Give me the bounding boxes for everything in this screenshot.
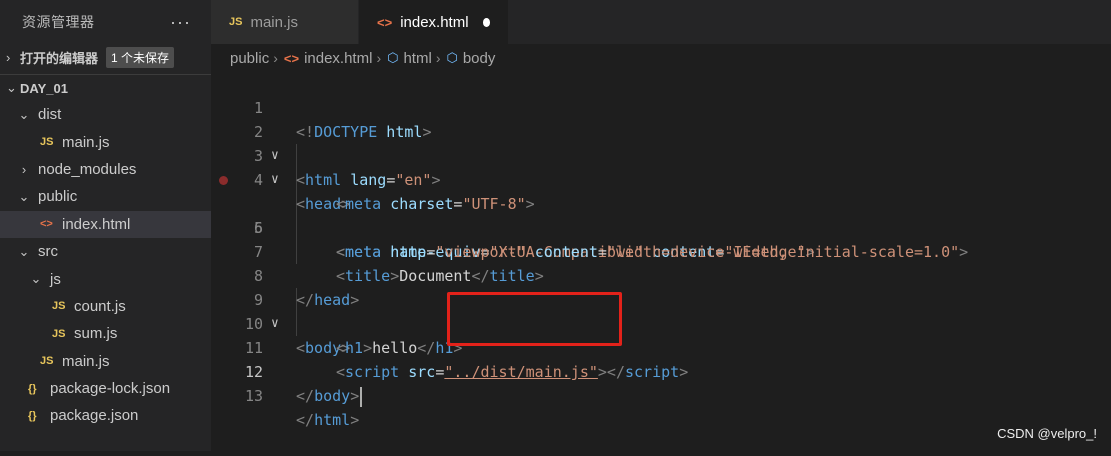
file-tree-item[interactable]: ⌄ src	[0, 238, 211, 265]
file-tree-item[interactable]: › node_modules	[0, 156, 211, 183]
chevron-right-icon: ›	[273, 50, 278, 66]
code-line[interactable]: 1 <!DOCTYPE html>	[211, 72, 1111, 141]
code-line[interactable]: 10 <h1>hello</h1>	[211, 288, 1111, 357]
json-file-icon: {}	[28, 409, 37, 422]
file-tree-label: node_modules	[38, 160, 137, 178]
file-tree-label: src	[38, 243, 58, 261]
explorer-title: 资源管理器	[22, 14, 95, 30]
code-line[interactable]: 6 <meta name="viewport" content="width=d…	[211, 192, 1111, 261]
project-section[interactable]: ⌄ DAY_01	[0, 74, 211, 101]
code-line[interactable]: 9 ∨ <body>	[211, 264, 1111, 357]
chevron-down-icon: ⌄	[6, 80, 17, 95]
breadcrumb-html[interactable]: ⬡ html	[387, 50, 432, 67]
file-tree-label: count.js	[74, 297, 126, 315]
js-file-icon: JS	[40, 355, 54, 368]
file-tree-label: public	[38, 188, 78, 206]
file-tree-label: js	[50, 270, 61, 288]
html-file-icon: <>	[377, 14, 393, 30]
js-file-icon: JS	[40, 136, 54, 149]
code-line[interactable]: 11 <script src="../dist/main.js"></scrip…	[211, 312, 1111, 381]
file-tree-item[interactable]: ⌄ js	[0, 265, 211, 292]
file-tree: ⌄ dist JS main.js › node_modules ⌄ public <> inde…	[0, 101, 211, 430]
breadcrumb-public[interactable]: public	[230, 50, 269, 67]
code-line-current[interactable]: 12 </body>	[211, 336, 1111, 407]
file-tree-label: main.js	[62, 352, 110, 370]
breadcrumb: public › <> index.html › ⬡ html › ⬡ body	[211, 44, 1111, 72]
watermark: CSDN @velpro_!	[997, 426, 1097, 441]
breadcrumb-label: index.html	[304, 49, 373, 67]
unsaved-dot-icon[interactable]	[482, 17, 490, 27]
js-file-icon: JS	[229, 16, 243, 28]
file-tree-label: index.html	[62, 215, 131, 233]
file-tree-item[interactable]: <> index.html	[0, 210, 211, 238]
breadcrumb-label: body	[462, 49, 496, 67]
file-tree-item[interactable]: JS main.js	[0, 348, 211, 375]
html-file-icon: <>	[40, 218, 53, 231]
tab-bar: JS main.js <> index.html	[211, 0, 1111, 44]
breadcrumb-label: public	[230, 49, 270, 67]
breakpoint-icon[interactable]	[219, 176, 228, 185]
json-file-icon: {}	[28, 382, 37, 395]
code-line[interactable]: 8 </head>	[211, 240, 1111, 309]
chevron-right-icon: ›	[21, 161, 27, 177]
code-text: </body>	[296, 384, 363, 408]
file-tree-item[interactable]: ⌄ public	[0, 183, 211, 210]
tab-index-html[interactable]: <> index.html	[359, 0, 509, 44]
chevron-down-icon: ⌄	[18, 188, 30, 204]
project-name: DAY_01	[20, 80, 68, 96]
chevron-down-icon: ⌄	[18, 243, 30, 259]
chevron-down-icon: ⌄	[30, 271, 42, 287]
file-tree-item[interactable]: JS count.js	[0, 293, 211, 320]
chevron-right-icon: ›	[435, 50, 441, 66]
file-tree-label: main.js	[62, 133, 110, 151]
chevron-right-icon: ›	[376, 50, 382, 66]
tab-label: index.html	[400, 13, 469, 31]
unsaved-badge: 1 个未保存	[106, 47, 175, 68]
code-line[interactable]: 2 ∨ <html lang="en">	[211, 96, 1111, 189]
file-tree-label: package.json	[50, 407, 139, 425]
html-file-icon: <>	[283, 50, 300, 66]
code-line[interactable]: 3 ∨ <head>	[211, 120, 1111, 213]
more-actions-icon[interactable]: ···	[170, 12, 191, 33]
line-number: 13	[244, 387, 263, 405]
js-file-icon: JS	[52, 300, 66, 313]
tag-name: html	[314, 411, 351, 429]
file-tree-item[interactable]: JS sum.js	[0, 320, 211, 347]
file-tree-label: package-lock.json	[50, 380, 171, 398]
code-line[interactable]: 4 <meta charset="UTF-8">	[211, 144, 1111, 213]
tab-label: main.js	[250, 13, 298, 31]
tab-main-js[interactable]: JS main.js	[211, 0, 359, 44]
code-line[interactable]: 13 </html>	[211, 360, 1111, 429]
code-line[interactable]: 5 <meta http-equiv="X-UA-Compatible" con…	[211, 168, 1111, 261]
breadcrumb-body[interactable]: ⬡ body	[446, 50, 495, 67]
file-tree-item[interactable]: {} package-lock.json	[0, 375, 211, 402]
file-tree-label: sum.js	[74, 325, 118, 343]
open-editors-section[interactable]: › 打开的编辑器 1 个未保存	[0, 44, 211, 71]
chevron-down-icon: ⌄	[18, 106, 30, 122]
code-text: </html>	[296, 411, 360, 429]
element-cube-icon: ⬡	[387, 50, 399, 65]
file-tree-item[interactable]: {} package.json	[0, 402, 211, 429]
file-tree-item[interactable]: ⌄ dist	[0, 101, 211, 128]
breadcrumb-index-html[interactable]: <> index.html	[284, 50, 373, 67]
explorer-header: 资源管理器 ···	[0, 0, 211, 44]
tag-name: body	[314, 387, 351, 405]
file-tree-label: dist	[38, 106, 62, 124]
breadcrumb-label: html	[403, 49, 432, 67]
code-editor[interactable]: 1 <!DOCTYPE html> 2 ∨ <html lang="en"> 3…	[211, 72, 1111, 451]
open-editors-label: 打开的编辑器	[20, 51, 99, 66]
code-line[interactable]: 7 <title>Document</title>	[211, 216, 1111, 285]
file-tree-item[interactable]: JS main.js	[0, 128, 211, 155]
element-cube-icon: ⬡	[446, 50, 458, 65]
text-cursor	[360, 386, 363, 407]
chevron-right-icon: ›	[6, 50, 11, 65]
explorer-sidebar: 资源管理器 ··· › 打开的编辑器 1 个未保存 ⌄ DAY_01 ⌄ dist…	[0, 0, 211, 451]
js-file-icon: JS	[52, 327, 66, 340]
